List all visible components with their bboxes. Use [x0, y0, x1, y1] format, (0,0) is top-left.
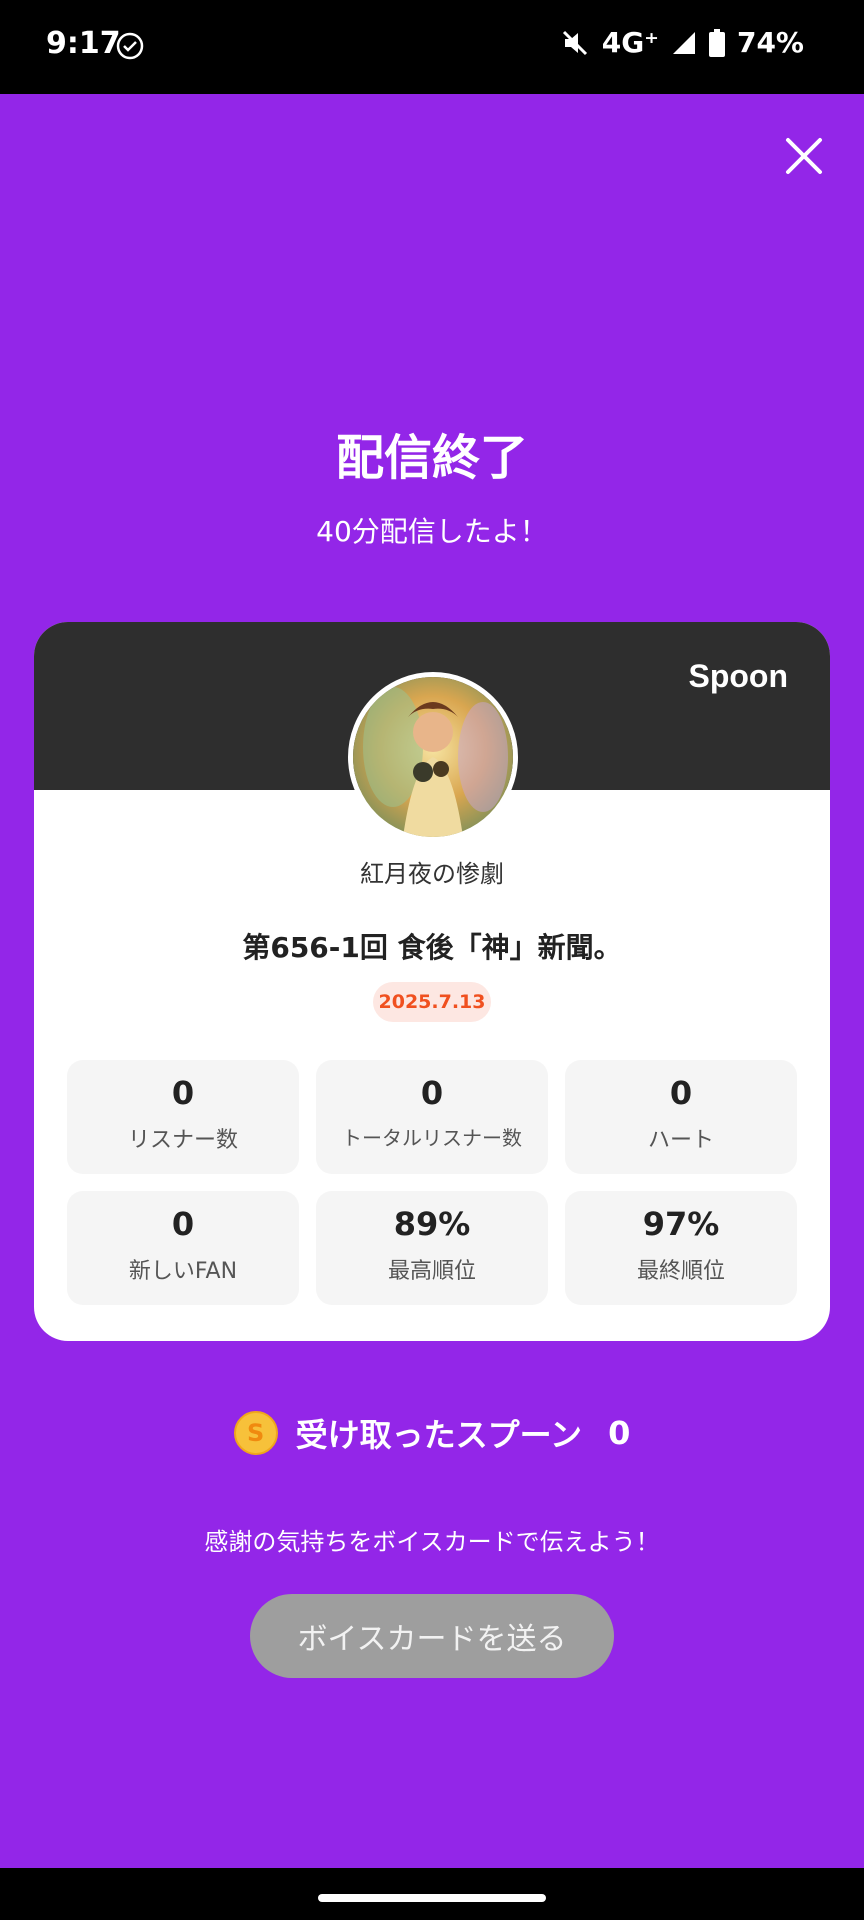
broadcast-summary-card: Spoon 紅月夜の惨劇 第656-1回 食後「神」新聞。 2025.7.13	[34, 622, 830, 1341]
mute-icon	[562, 30, 587, 55]
stat-label: トータルリスナー数	[342, 1126, 522, 1150]
stat-value: 0	[420, 1074, 444, 1112]
thanks-message: 感謝の気持ちをボイスカードで伝えよう！	[204, 1528, 660, 1556]
status-time: 9:17	[46, 26, 121, 61]
stat-label: 新しいFAN	[128, 1259, 238, 1284]
spoons-count: 0	[608, 1414, 631, 1452]
broadcast-duration: 40分配信したよ！	[316, 515, 548, 548]
spoons-label: 受け取ったスプーン	[295, 1416, 583, 1454]
stat-hearts: 0 ハート	[565, 1060, 797, 1174]
check-circle-icon	[116, 32, 144, 60]
home-gesture-handle[interactable]	[318, 1894, 546, 1902]
status-bar: 9:17 4G⁺ 74%	[0, 0, 864, 94]
username: 紅月夜の惨劇	[360, 860, 504, 888]
avatar-image	[353, 677, 513, 837]
stat-value: 0	[171, 1205, 195, 1243]
stats-grid: 0 リスナー数 0 トータルリスナー数 0 ハート 0 新しいFAN 89% 最…	[67, 1060, 797, 1305]
stat-label: リスナー数	[127, 1128, 238, 1153]
stat-new-fans: 0 新しいFAN	[67, 1191, 299, 1305]
stat-label: 最高順位	[387, 1259, 476, 1284]
status-icons: 4G⁺ 74%	[560, 26, 804, 59]
show-title: 第656-1回 食後「神」新聞。	[242, 931, 622, 964]
stat-highest-rank: 89% 最高順位	[316, 1191, 548, 1305]
stat-value: 97%	[642, 1205, 720, 1243]
stat-value: 89%	[393, 1205, 471, 1243]
stat-value: 0	[171, 1074, 195, 1112]
date-badge: 2025.7.13	[373, 982, 491, 1022]
stat-listeners: 0 リスナー数	[67, 1060, 299, 1174]
avatar	[348, 672, 518, 842]
stat-value: 0	[669, 1074, 693, 1112]
stat-final-rank: 97% 最終順位	[565, 1191, 797, 1305]
signal-icon	[672, 31, 695, 54]
network-type: 4G⁺	[601, 26, 659, 59]
battery-percent: 74%	[736, 26, 804, 59]
spoon-coin-icon: S	[233, 1411, 278, 1455]
spoons-received: S 受け取ったスプーン 0	[0, 1410, 864, 1456]
stat-label: 最終順位	[636, 1259, 725, 1284]
send-voice-card-button[interactable]: ボイスカードを送る	[250, 1594, 614, 1678]
close-icon[interactable]	[780, 132, 828, 180]
stat-label: ハート	[647, 1128, 714, 1153]
stat-total-listeners: 0 トータルリスナー数	[316, 1060, 548, 1174]
brand-logo: Spoon	[688, 658, 788, 694]
page-title: 配信終了	[335, 430, 528, 486]
battery-icon	[708, 28, 725, 57]
